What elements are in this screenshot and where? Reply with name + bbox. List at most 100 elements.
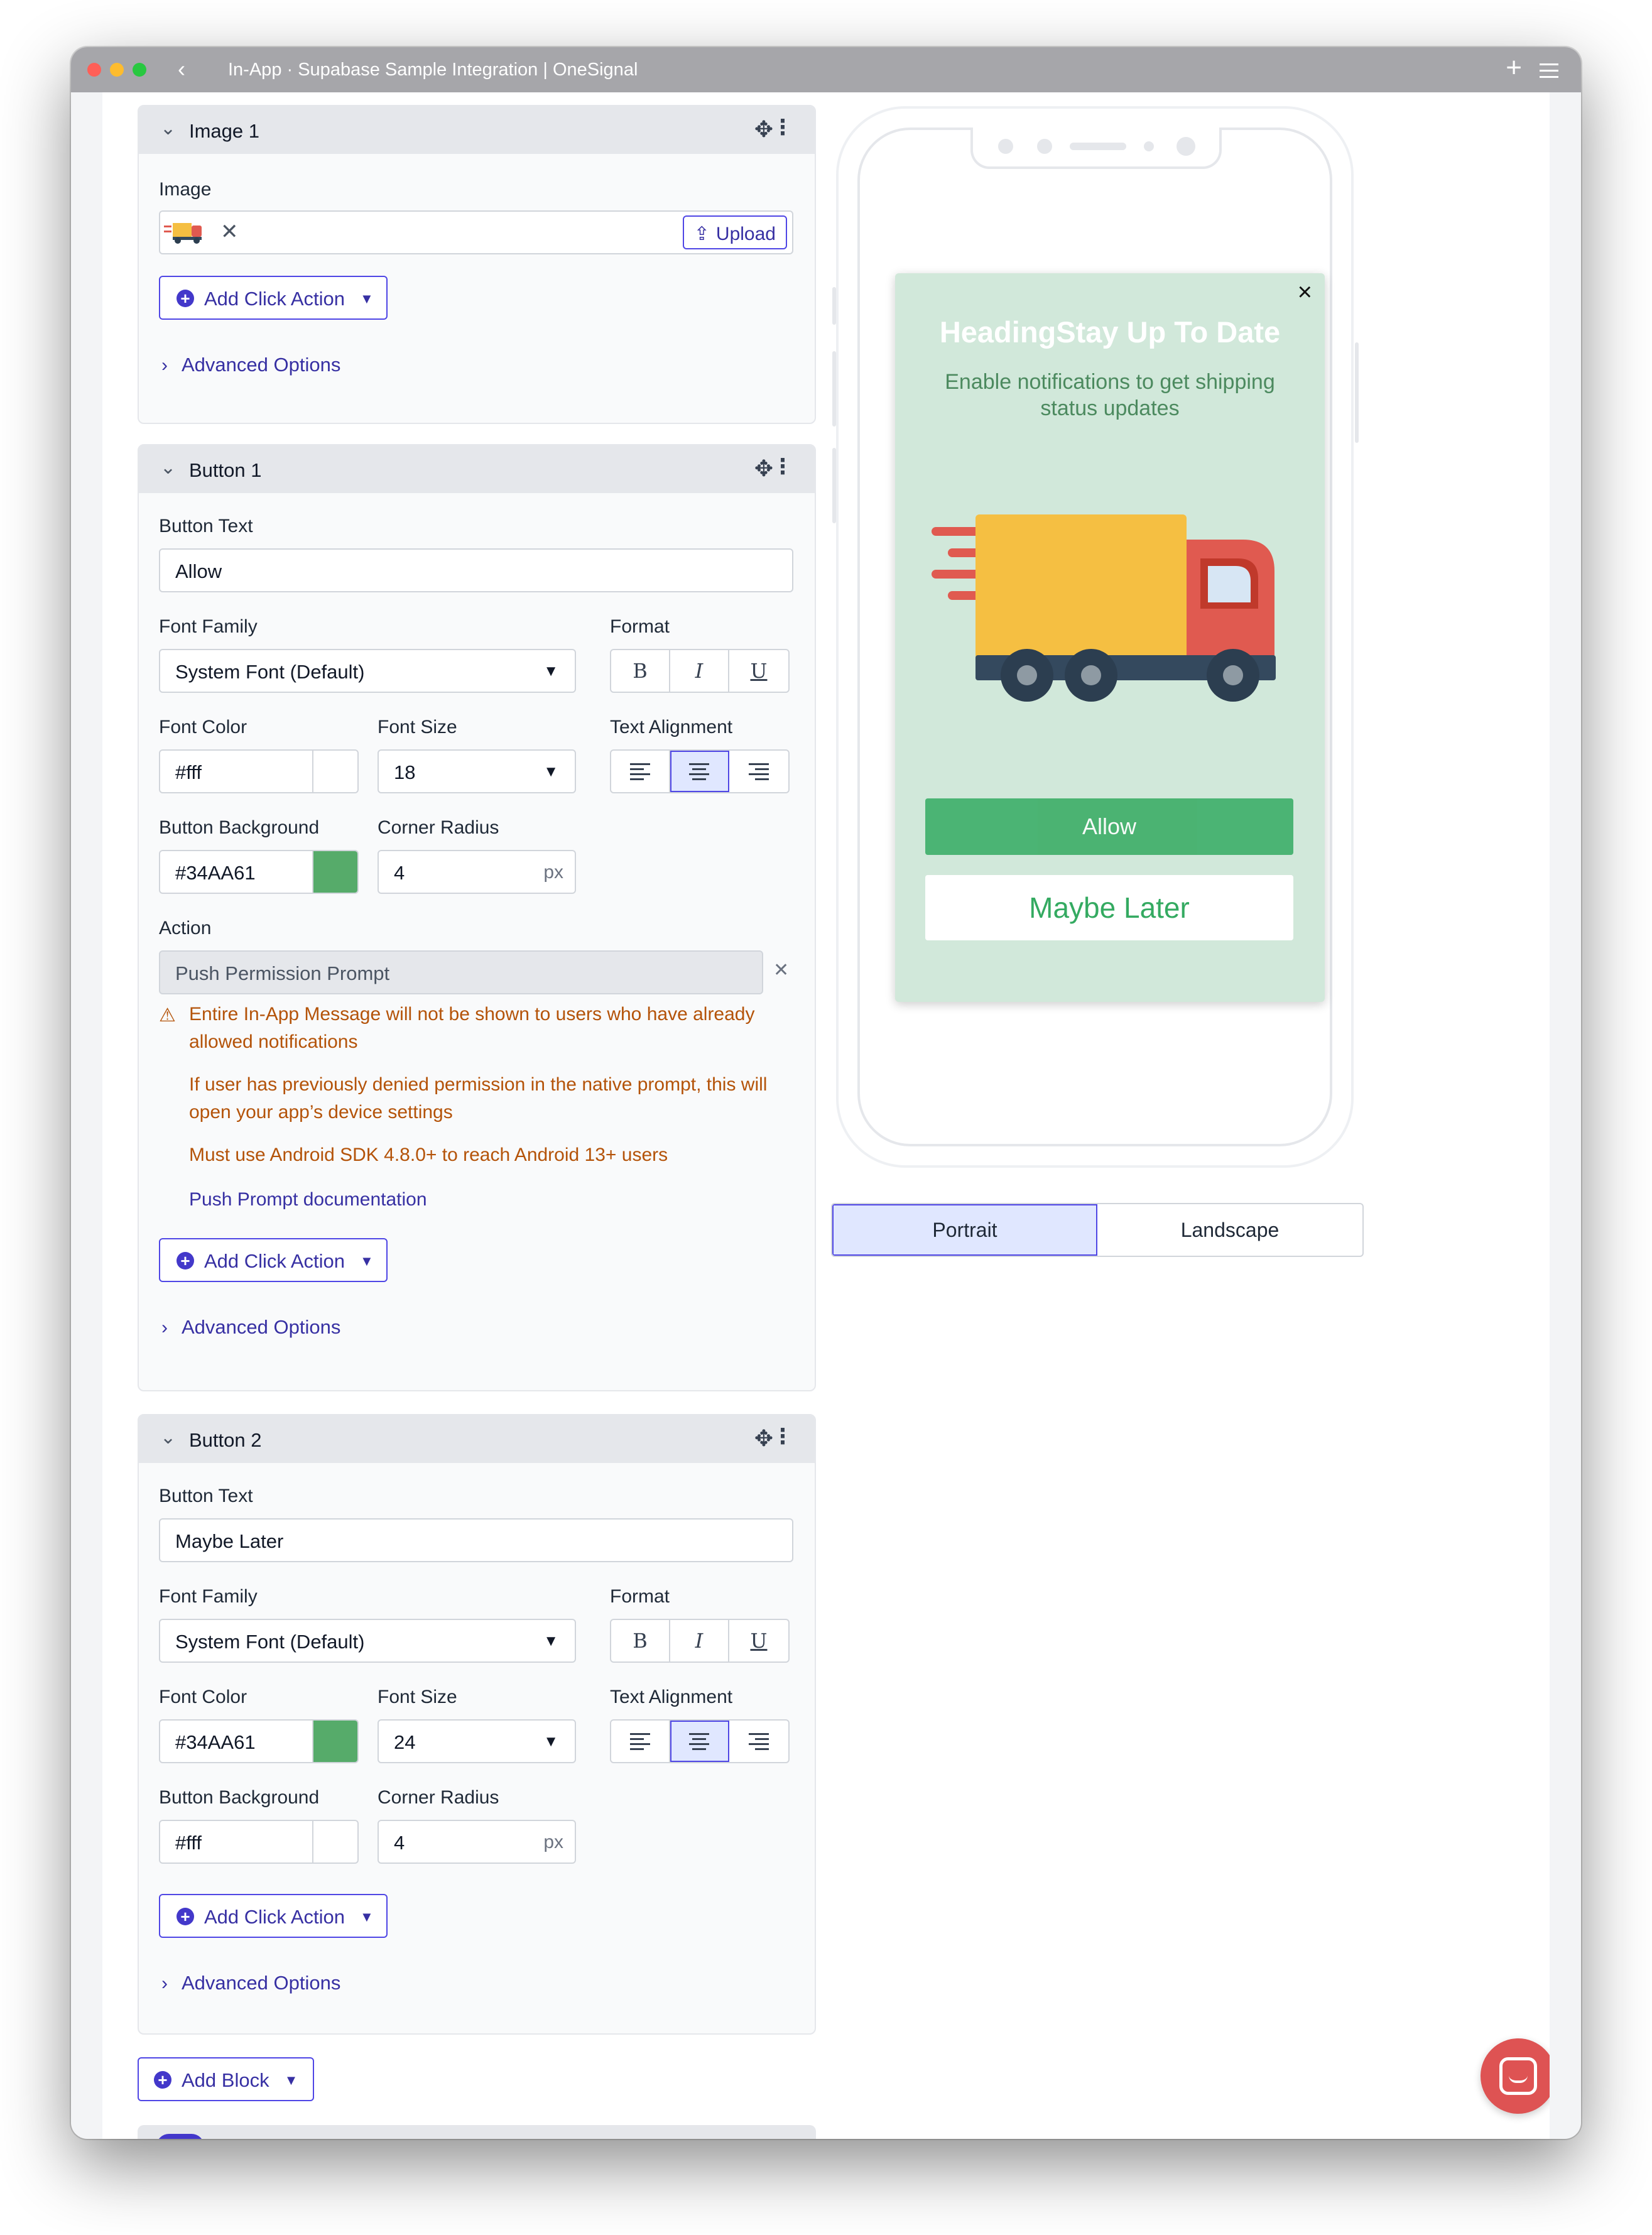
bold-button[interactable]: B bbox=[611, 1620, 670, 1661]
upload-label: Upload bbox=[715, 224, 776, 244]
underline-button[interactable]: U bbox=[729, 650, 788, 692]
landscape-button[interactable]: Landscape bbox=[1097, 1204, 1362, 1256]
font-family-value: System Font (Default) bbox=[175, 661, 365, 683]
bg-color-swatch[interactable] bbox=[312, 851, 357, 893]
advanced-options-label: Advanced Options bbox=[182, 1972, 341, 1994]
push-prompt-doc-link[interactable]: Push Prompt documentation bbox=[189, 1189, 427, 1210]
font-family-label: Font Family bbox=[159, 616, 258, 637]
maybe-later-button[interactable]: Maybe Later bbox=[925, 875, 1293, 940]
italic-button[interactable]: I bbox=[670, 1620, 729, 1661]
image-block-header[interactable]: ⌄ Image 1 ✥ ⋮ bbox=[139, 106, 815, 154]
menu-icon[interactable] bbox=[1540, 63, 1558, 82]
align-center-icon bbox=[689, 1730, 709, 1753]
button2-title: Button 2 bbox=[189, 1429, 262, 1451]
align-center-icon bbox=[689, 760, 709, 783]
add-block-button[interactable]: + Add Block ▼ bbox=[138, 2057, 315, 2101]
font-color-label: Font Color bbox=[159, 1687, 247, 1707]
caret-down-icon: ▼ bbox=[543, 1733, 558, 1750]
plus-circle-icon: + bbox=[177, 290, 194, 307]
kebab-icon[interactable]: ⋮ bbox=[772, 115, 793, 140]
image-add-click-action-button[interactable]: + Add Click Action ▼ bbox=[159, 276, 388, 320]
button2-add-click-action-button[interactable]: + Add Click Action ▼ bbox=[159, 1894, 388, 1938]
upload-button[interactable]: ⇪ Upload bbox=[682, 215, 787, 249]
image-field[interactable]: ✕ ⇪ Upload bbox=[159, 210, 793, 254]
button2-font-size-select[interactable]: 24 ▼ bbox=[378, 1719, 576, 1763]
back-icon[interactable]: ‹ bbox=[178, 56, 185, 82]
button2-font-color-input[interactable]: #34AA61 bbox=[159, 1719, 359, 1763]
portrait-button[interactable]: Portrait bbox=[832, 1204, 1097, 1256]
image-block-panel: ⌄ Image 1 ✥ ⋮ Image ✕ ⇪ Upload + Add Cli… bbox=[138, 105, 816, 424]
font-color-swatch[interactable] bbox=[312, 751, 357, 792]
radius-value: 4 bbox=[394, 862, 405, 884]
support-chat-button[interactable] bbox=[1481, 2038, 1550, 2114]
close-icon[interactable]: × bbox=[1298, 278, 1312, 307]
plus-icon[interactable]: + bbox=[1506, 52, 1522, 84]
caret-down-icon: ▼ bbox=[360, 1253, 374, 1269]
move-icon[interactable]: ✥ bbox=[754, 1425, 773, 1452]
button1-action-field[interactable]: Push Permission Prompt bbox=[159, 950, 763, 994]
remove-image-icon[interactable]: ✕ bbox=[220, 219, 239, 244]
align-center-button[interactable] bbox=[670, 1721, 729, 1762]
align-right-button[interactable] bbox=[729, 1721, 788, 1762]
italic-button[interactable]: I bbox=[670, 650, 729, 692]
clear-action-icon[interactable]: ✕ bbox=[773, 959, 789, 981]
caret-down-icon: ▼ bbox=[543, 763, 558, 780]
button2-header[interactable]: ⌄ Button 2 ✥ ⋮ bbox=[139, 1415, 815, 1463]
button1-radius-input[interactable]: 4 px bbox=[378, 850, 576, 894]
chevron-down-icon[interactable]: ⌄ bbox=[160, 1427, 176, 1449]
button1-font-family-select[interactable]: System Font (Default) ▼ bbox=[159, 649, 576, 693]
button2-bg-input[interactable]: #fff bbox=[159, 1820, 359, 1864]
font-size-label: Font Size bbox=[378, 1687, 457, 1707]
radius-unit: px bbox=[543, 1832, 563, 1852]
bg-value: #34AA61 bbox=[175, 862, 256, 884]
close-window-button[interactable] bbox=[87, 63, 101, 77]
add-click-action-label: Add Click Action bbox=[204, 1250, 345, 1272]
button1-add-click-action-button[interactable]: + Add Click Action ▼ bbox=[159, 1238, 388, 1282]
button1-header[interactable]: ⌄ Button 1 ✥ ⋮ bbox=[139, 445, 815, 493]
button1-bg-input[interactable]: #34AA61 bbox=[159, 850, 359, 894]
chevron-right-icon: › bbox=[161, 1973, 168, 1994]
button1-font-color-input[interactable]: #fff bbox=[159, 749, 359, 793]
button2-text-input[interactable]: Maybe Later bbox=[159, 1518, 793, 1562]
button1-advanced-options[interactable]: › Advanced Options bbox=[161, 1316, 340, 1339]
corner-radius-label: Corner Radius bbox=[378, 817, 499, 838]
button2-radius-input[interactable]: 4 px bbox=[378, 1820, 576, 1864]
minimize-window-button[interactable] bbox=[110, 63, 124, 77]
chevron-right-icon: › bbox=[161, 1317, 168, 1338]
text-alignment-label: Text Alignment bbox=[610, 717, 733, 737]
align-left-button[interactable] bbox=[611, 751, 670, 792]
align-center-button[interactable] bbox=[670, 751, 729, 792]
button2-font-family-select[interactable]: System Font (Default) ▼ bbox=[159, 1619, 576, 1663]
button2-advanced-options[interactable]: › Advanced Options bbox=[161, 1972, 340, 1994]
align-left-button[interactable] bbox=[611, 1721, 670, 1762]
chevron-down-icon[interactable]: ⌄ bbox=[160, 457, 176, 479]
button1-font-size-select[interactable]: 18 ▼ bbox=[378, 749, 576, 793]
kebab-icon[interactable]: ⋮ bbox=[772, 454, 793, 479]
font-color-swatch[interactable] bbox=[312, 1721, 357, 1762]
plus-circle-icon: + bbox=[154, 2071, 171, 2089]
move-icon[interactable]: ✥ bbox=[754, 455, 773, 482]
align-right-button[interactable] bbox=[729, 751, 788, 792]
bold-button[interactable]: B bbox=[611, 650, 670, 692]
underline-button[interactable]: U bbox=[729, 1620, 788, 1661]
advanced-options-label: Advanced Options bbox=[182, 1316, 341, 1338]
font-color-value: #34AA61 bbox=[175, 1731, 256, 1753]
close-button-toggle[interactable] bbox=[156, 2134, 204, 2139]
chevron-down-icon[interactable]: ⌄ bbox=[160, 117, 176, 139]
button1-text-input[interactable]: Allow bbox=[159, 548, 793, 592]
radius-value: 4 bbox=[394, 1832, 405, 1854]
image-advanced-options[interactable]: › Advanced Options bbox=[161, 354, 340, 376]
kebab-icon[interactable]: ⋮ bbox=[772, 1424, 793, 1449]
zoom-window-button[interactable] bbox=[133, 63, 146, 77]
move-icon[interactable]: ✥ bbox=[754, 116, 773, 143]
chevron-right-icon: › bbox=[161, 355, 168, 376]
allow-button[interactable]: Allow bbox=[925, 798, 1293, 855]
font-color-label: Font Color bbox=[159, 717, 247, 737]
caret-down-icon: ▼ bbox=[360, 291, 374, 307]
in-app-message-preview: × HeadingStay Up To Date Enable notifica… bbox=[895, 273, 1325, 1002]
button1-alignment-group bbox=[610, 749, 790, 793]
align-left-icon bbox=[630, 1730, 650, 1753]
chat-smile bbox=[1509, 2075, 1528, 2083]
bg-color-swatch[interactable] bbox=[312, 1821, 357, 1862]
next-block-header bbox=[138, 2125, 816, 2139]
